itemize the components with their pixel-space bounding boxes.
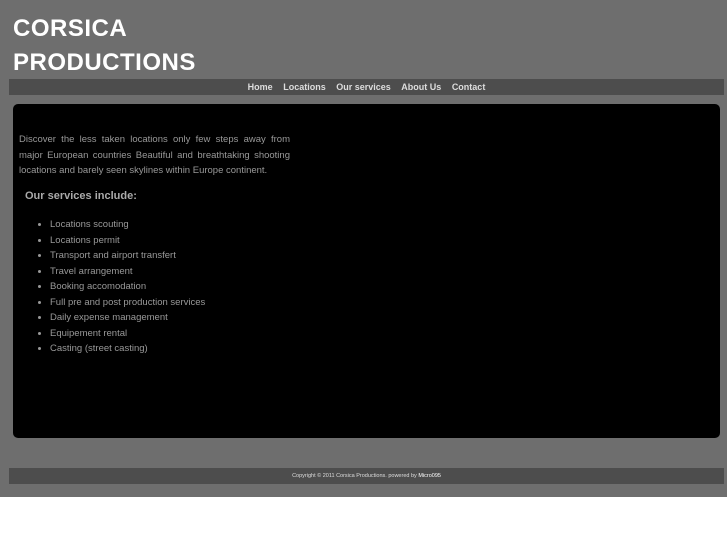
service-item: Equipement rental <box>50 326 205 342</box>
site-title: CORSICA PRODUCTIONS <box>13 12 196 80</box>
services-list: Locations scouting Locations permit Tran… <box>38 217 205 357</box>
intro-text: Discover the less taken locations only f… <box>19 134 290 176</box>
footer-bar: Copyright © 2011 Corsica Productions. po… <box>9 468 724 484</box>
footer-copyright: Copyright © 2011 Corsica Productions. po… <box>292 473 417 479</box>
content-panel: Discover the less taken locations only f… <box>13 104 720 438</box>
nav-contact-link[interactable]: Contact <box>452 82 486 92</box>
service-item: Full pre and post production services <box>50 295 205 311</box>
service-item: Transport and airport transfert <box>50 248 205 264</box>
nav-home-link[interactable]: Home <box>248 82 273 92</box>
site-title-line-1: CORSICA <box>13 15 128 42</box>
footer-powered-link[interactable]: Micro095 <box>418 473 441 479</box>
service-item: Locations scouting <box>50 217 205 233</box>
service-item: Travel arrangement <box>50 264 205 280</box>
service-item: Booking accomodation <box>50 279 205 295</box>
main-nav: Home Locations Our services About Us Con… <box>9 79 724 95</box>
service-item: Casting (street casting) <box>50 341 205 357</box>
nav-our-services-link[interactable]: Our services <box>336 82 391 92</box>
nav-locations-link[interactable]: Locations <box>283 82 326 92</box>
nav-about-us-link[interactable]: About Us <box>401 82 441 92</box>
service-item: Daily expense management <box>50 310 205 326</box>
site-title-line-2: PRODUCTIONS <box>13 49 196 76</box>
services-heading: Our services include: <box>25 190 137 202</box>
service-item: Locations permit <box>50 233 205 249</box>
